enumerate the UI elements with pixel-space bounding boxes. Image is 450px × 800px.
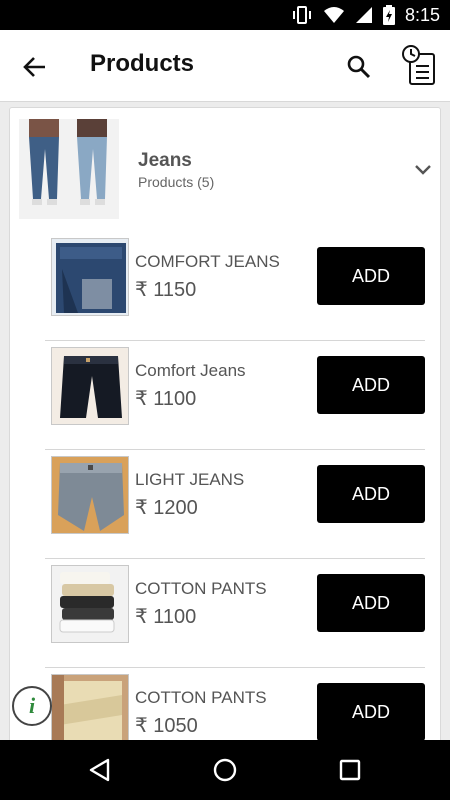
product-image: [51, 238, 129, 316]
product-price: ₹ 1150: [135, 279, 197, 301]
page-title: Products: [90, 50, 195, 77]
product-image: [51, 456, 129, 534]
product-price: ₹ 1100: [135, 388, 197, 410]
order-history-icon[interactable]: [400, 44, 438, 88]
battery-charging-icon: [382, 5, 395, 25]
info-icon: i: [28, 693, 36, 718]
category-image: [19, 119, 119, 219]
product-list[interactable]: Jeans Products (5) COMFORT JEANS ₹ 1150 …: [0, 102, 450, 740]
add-button[interactable]: ADD: [317, 356, 425, 414]
product-item: LIGHT JEANS ₹ 1200 ADD: [45, 450, 425, 559]
product-image: [51, 565, 129, 643]
nav-back-icon[interactable]: [86, 755, 116, 785]
vibrate-icon: [292, 6, 311, 24]
product-name: LIGHT JEANS: [135, 470, 245, 489]
nav-recents-icon[interactable]: [335, 755, 365, 785]
category-product-count: Products (5): [138, 174, 215, 190]
product-image: [51, 674, 129, 740]
product-price: ₹ 1200: [135, 497, 198, 519]
product-name: COMFORT JEANS: [135, 252, 280, 271]
product-name: COTTON PANTS: [135, 579, 267, 598]
status-time: 8:15: [404, 4, 440, 25]
status-bar: 8:15: [0, 0, 450, 30]
system-nav-bar: [0, 740, 450, 800]
product-item: Comfort Jeans ₹ 1100 ADD: [45, 341, 425, 450]
add-button[interactable]: ADD: [317, 574, 425, 632]
product-price: ₹ 1100: [135, 606, 197, 628]
add-button[interactable]: ADD: [317, 683, 425, 740]
product-item: COTTON PANTS ₹ 1050 ADD: [45, 668, 425, 740]
chevron-down-icon[interactable]: [412, 158, 434, 180]
status-icons: 8:15: [291, 0, 440, 30]
add-button[interactable]: ADD: [317, 465, 425, 523]
category-card: Jeans Products (5) COMFORT JEANS ₹ 1150 …: [9, 107, 441, 740]
info-button[interactable]: i: [12, 686, 52, 726]
app-bar: Products: [0, 30, 450, 102]
product-item: COTTON PANTS ₹ 1100 ADD: [45, 559, 425, 668]
category-name: Jeans: [138, 150, 192, 171]
nav-home-icon[interactable]: [210, 755, 240, 785]
search-icon[interactable]: [344, 52, 374, 82]
wifi-icon: [323, 7, 344, 23]
arrow-left-icon[interactable]: [20, 52, 50, 82]
product-name: COTTON PANTS: [135, 688, 267, 707]
product-item: COMFORT JEANS ₹ 1150 ADD: [45, 232, 425, 341]
product-image: [51, 347, 129, 425]
category-header[interactable]: Jeans Products (5): [10, 108, 442, 228]
product-name: Comfort Jeans: [135, 361, 246, 380]
signal-icon: [355, 7, 372, 23]
product-price: ₹ 1050: [135, 715, 198, 737]
add-button[interactable]: ADD: [317, 247, 425, 305]
